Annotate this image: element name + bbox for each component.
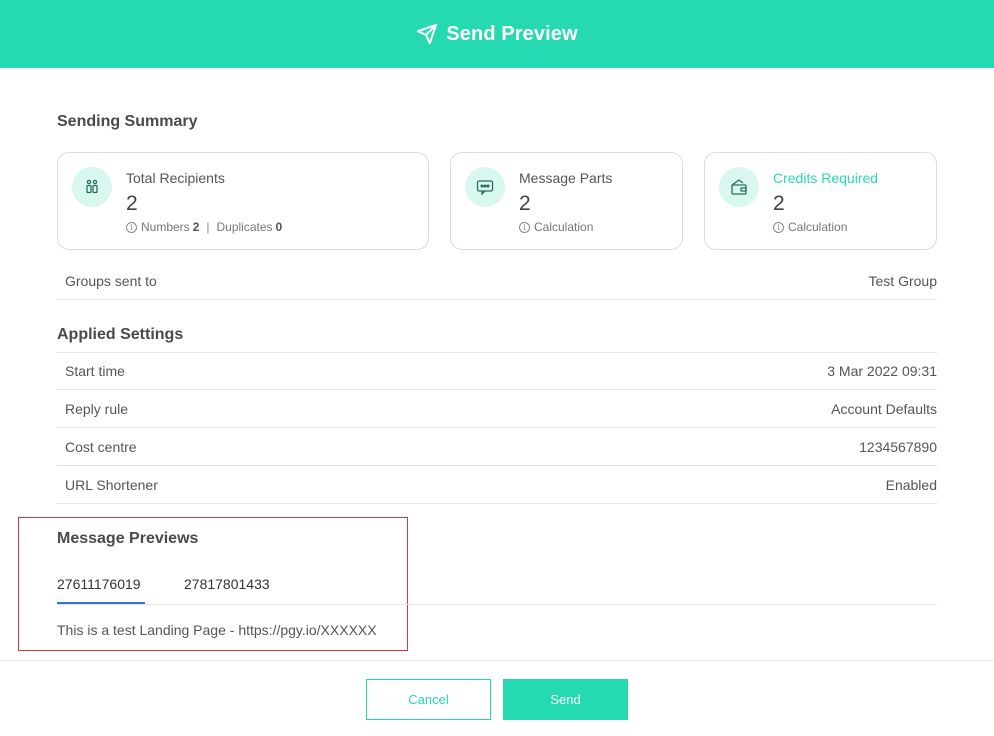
- groups-sent-to-value: Test Group: [868, 272, 937, 289]
- message-bubble-icon: [465, 167, 505, 207]
- url-shortener-value: Enabled: [885, 476, 937, 493]
- credits-required-sub: i Calculation: [773, 220, 847, 234]
- start-time-value: 3 Mar 2022 09:31: [827, 363, 937, 379]
- total-recipients-label: Total Recipients: [126, 170, 225, 186]
- reply-rule-label: Reply rule: [65, 400, 129, 417]
- url-shortener-row: URL Shortener Enabled: [57, 466, 937, 504]
- reply-rule-value: Account Defaults: [831, 400, 937, 417]
- wallet-icon: [719, 167, 759, 207]
- sending-summary-title: Sending Summary: [57, 113, 198, 130]
- credits-required-value: 2: [773, 192, 785, 215]
- calculation-label: Calculation: [534, 220, 594, 234]
- info-icon[interactable]: i: [519, 221, 530, 233]
- breakdown-separator: |: [206, 220, 210, 234]
- total-recipients-value: 2: [126, 192, 138, 215]
- footer-divider: [0, 660, 994, 661]
- calculation-label: Calculation: [788, 220, 848, 234]
- numbers-label: Numbers: [141, 220, 190, 234]
- groups-sent-to-row: Groups sent to Test Group: [57, 262, 937, 300]
- active-tab-indicator: [57, 602, 145, 604]
- tab-recipient-1[interactable]: 27611176019: [57, 576, 141, 592]
- message-parts-sub: i Calculation: [519, 220, 593, 234]
- cancel-button[interactable]: Cancel: [366, 679, 491, 720]
- cost-centre-row: Cost centre 1234567890: [57, 428, 937, 466]
- start-time-label: Start time: [65, 363, 125, 379]
- cost-centre-label: Cost centre: [65, 438, 137, 455]
- duplicates-value: 0: [275, 220, 283, 234]
- cost-centre-value: 1234567890: [859, 438, 937, 455]
- info-icon[interactable]: i: [126, 221, 137, 233]
- message-parts-label: Message Parts: [519, 170, 613, 186]
- recipients-breakdown: i Numbers 2 | Duplicates 0: [126, 220, 282, 234]
- recipients-icon: [72, 167, 112, 207]
- paper-plane-icon: [417, 23, 438, 45]
- send-button[interactable]: Send: [503, 679, 628, 720]
- applied-settings-title: Applied Settings: [57, 326, 184, 343]
- message-previews-title: Message Previews: [57, 530, 199, 547]
- groups-sent-to-label: Groups sent to: [65, 272, 157, 289]
- reply-rule-row: Reply rule Account Defaults: [57, 390, 937, 428]
- tab-recipient-2[interactable]: 27817801433: [184, 576, 270, 592]
- preview-tabs: 27611176019 27817801433: [57, 568, 937, 605]
- credits-required-card: Credits Required 2 i Calculation: [704, 152, 937, 250]
- credits-required-label: Credits Required: [773, 170, 879, 186]
- message-parts-value: 2: [519, 192, 531, 215]
- total-recipients-card: Total Recipients 2 i Numbers 2 | Duplica…: [57, 152, 429, 250]
- dialog-title: Send Preview: [446, 22, 578, 45]
- duplicates-label: Duplicates: [216, 220, 273, 234]
- numbers-value: 2: [192, 220, 200, 234]
- message-preview-text: This is a test Landing Page - https://pg…: [57, 622, 377, 638]
- message-parts-card: Message Parts 2 i Calculation: [450, 152, 683, 250]
- start-time-row: Start time 3 Mar 2022 09:31: [57, 352, 937, 390]
- url-shortener-label: URL Shortener: [65, 476, 158, 493]
- dialog-header: Send Preview: [0, 0, 994, 68]
- info-icon[interactable]: i: [773, 221, 784, 233]
